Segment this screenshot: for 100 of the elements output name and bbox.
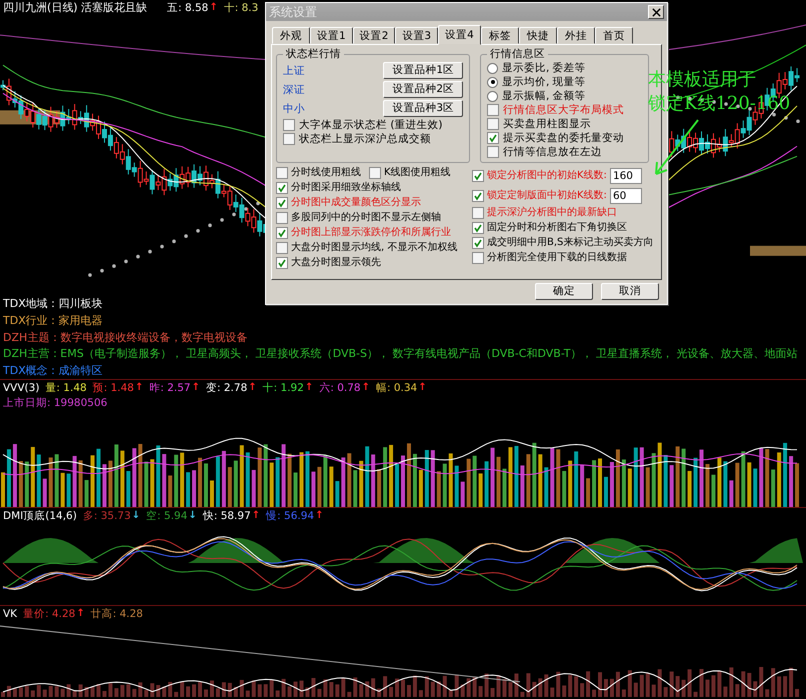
trend-arrow: ↑ bbox=[252, 510, 260, 521]
checkbox[interactable] bbox=[472, 207, 484, 219]
dialog-button[interactable]: 取消 bbox=[601, 283, 659, 300]
indicator-value: 幅: 0.34↑ bbox=[376, 380, 427, 394]
checkbox[interactable] bbox=[276, 257, 288, 269]
market-label: 深证 bbox=[283, 82, 305, 96]
checkbox[interactable] bbox=[283, 133, 295, 145]
checkbox-option[interactable]: 分析图完全使用下载的日线数据 bbox=[472, 251, 627, 265]
trend-arrow: ↓ bbox=[188, 510, 197, 521]
checkbox-option[interactable]: 分时线使用粗线 bbox=[276, 166, 361, 180]
number-input-field[interactable]: 160 bbox=[610, 168, 642, 184]
set-variety-button[interactable]: 设置品种3区 bbox=[383, 100, 463, 117]
checkbox[interactable] bbox=[276, 167, 288, 179]
listing-date: 上市日期: 19980506 bbox=[3, 396, 108, 410]
trend-arrow: ↑ bbox=[248, 382, 257, 393]
checkmark-icon bbox=[277, 228, 287, 238]
indicator-value: 五: 8.58↑ bbox=[167, 0, 218, 14]
indicator-name: VK bbox=[3, 608, 18, 620]
radio-button[interactable] bbox=[487, 76, 498, 88]
checkbox[interactable] bbox=[276, 182, 288, 194]
indicator-value: 慢: 56.94↑ bbox=[266, 508, 324, 522]
radio-option[interactable]: 显示振幅, 金额等 bbox=[487, 89, 642, 103]
checkmark-icon bbox=[488, 133, 498, 143]
checkbox[interactable] bbox=[472, 190, 484, 202]
number-input-field[interactable]: 60 bbox=[610, 188, 642, 204]
radio-option[interactable]: 显示均价, 现量等 bbox=[487, 75, 642, 89]
checkbox[interactable] bbox=[276, 242, 288, 254]
close-icon bbox=[652, 8, 660, 16]
indicator-value: 空: 5.94↓ bbox=[146, 508, 197, 522]
checkbox[interactable] bbox=[472, 237, 484, 249]
settings-tab[interactable]: 标签 bbox=[480, 27, 519, 44]
checkbox[interactable] bbox=[276, 197, 288, 209]
checkbox[interactable] bbox=[276, 212, 288, 224]
checkbox[interactable] bbox=[472, 170, 484, 182]
market-label: 中小 bbox=[283, 102, 305, 116]
checkbox[interactable] bbox=[487, 118, 499, 130]
trend-arrow: ↑ bbox=[418, 382, 427, 393]
indicator-value: 六: 0.78↑ bbox=[319, 380, 370, 394]
checkbox-option[interactable]: 提示买卖盘的委托量变动 bbox=[487, 131, 642, 145]
dialog-title: 系统设置 bbox=[269, 5, 317, 19]
checkbox-option[interactable]: 成交明细中用B,S来标记主动买卖方向 bbox=[472, 236, 654, 250]
checkbox-option[interactable]: 大盘分时图显示均线, 不显示不加权线 bbox=[276, 241, 458, 255]
checkbox[interactable] bbox=[472, 222, 484, 234]
trend-arrow: ↑ bbox=[304, 382, 314, 393]
checkbox[interactable] bbox=[487, 132, 499, 144]
settings-tab[interactable]: 外挂 bbox=[556, 27, 595, 44]
settings-tab[interactable]: 外观 bbox=[272, 27, 310, 44]
checkbox[interactable] bbox=[283, 119, 295, 131]
indicator-value: 预: 1.48↑ bbox=[92, 380, 144, 394]
close-button[interactable] bbox=[648, 5, 664, 19]
trend-arrow: ↑ bbox=[76, 608, 85, 619]
trend-arrow: ↑ bbox=[315, 510, 324, 521]
checkbox-option[interactable]: 分时图采用细致坐标轴线 bbox=[276, 181, 401, 195]
checkbox-option[interactable]: 大字体显示状态栏 (重进生效) bbox=[283, 118, 463, 132]
settings-tab[interactable]: 快捷 bbox=[518, 27, 557, 44]
trend-arrow: ↑ bbox=[209, 2, 218, 13]
trend-arrow: ↑ bbox=[134, 382, 144, 393]
checkbox-option[interactable]: K线图使用粗线 bbox=[369, 166, 451, 180]
checkbox-option[interactable]: 状态栏上显示深沪总成交额 bbox=[283, 132, 463, 146]
checkbox-option[interactable]: 买卖盘用柱图显示 bbox=[487, 117, 642, 131]
radio-button[interactable] bbox=[487, 90, 498, 102]
checkbox[interactable] bbox=[276, 227, 288, 239]
price-band bbox=[750, 246, 806, 256]
indicator-value: 昨: 2.57↑ bbox=[149, 380, 200, 394]
radio-option[interactable]: 显示委比, 委差等 bbox=[487, 61, 642, 75]
set-variety-button[interactable]: 设置品种1区 bbox=[383, 62, 463, 79]
group-title: 行情信息区 bbox=[489, 47, 546, 61]
checkbox-option[interactable]: 大盘分时图显示领先 bbox=[276, 256, 381, 270]
indicator-name: VVV(3) bbox=[3, 382, 40, 394]
settings-tab[interactable]: 设置2 bbox=[352, 27, 396, 44]
indicator-value: 变: 2.78↑ bbox=[206, 380, 257, 394]
settings-tab[interactable]: 设置1 bbox=[310, 27, 353, 44]
indicator-value: 十: 8.3 bbox=[224, 0, 258, 14]
settings-tab[interactable]: 设置4 bbox=[438, 25, 481, 45]
set-variety-button[interactable]: 设置品种2区 bbox=[383, 81, 463, 98]
checkbox[interactable] bbox=[472, 252, 484, 264]
checkbox-option[interactable]: 固定分时和分析图右下角切换区 bbox=[472, 221, 627, 235]
stock-info-line: DZH主营：EMS（电子制造服务）， 卫星高频头， 卫星接收系统（DVB-S）， 数字有线电视产品（DVB-C和DVB-T）， 卫星直播系统， 光设备、放大器、地面站 bbox=[3, 346, 798, 362]
checkbox[interactable] bbox=[369, 167, 381, 179]
stock-info-line: TDX概念：成渝特区 bbox=[3, 363, 103, 380]
stock-info-line: DZH主题：数字电视接收终端设备，数字电视设备 bbox=[3, 330, 248, 346]
checkbox[interactable] bbox=[487, 104, 499, 116]
trend-arrow: ↑ bbox=[192, 382, 200, 393]
checkbox-option[interactable]: 行情等信息放在左边 bbox=[487, 145, 642, 159]
indicator-value: 廿高: 4.28 bbox=[90, 606, 143, 620]
indicator-value: 快: 58.97↑ bbox=[202, 508, 260, 522]
group-title: 状态栏行情 bbox=[285, 47, 342, 61]
radio-button[interactable] bbox=[487, 62, 498, 74]
checkbox[interactable] bbox=[487, 146, 499, 158]
dialog-button[interactable]: 确定 bbox=[535, 283, 593, 300]
checkmark-icon bbox=[277, 258, 287, 268]
market-label: 上证 bbox=[283, 64, 305, 78]
checkbox-option[interactable]: 多股同列中的分时图不显示左侧轴 bbox=[276, 211, 441, 225]
trend-arrow: ↓ bbox=[132, 510, 140, 521]
stock-info-line: TDX地域：四川板块 bbox=[3, 296, 103, 312]
indicator-value: 多: 35.73↓ bbox=[82, 508, 140, 522]
settings-tab[interactable]: 首页 bbox=[594, 27, 633, 44]
stock-info-line: TDX行业：家用电器 bbox=[3, 312, 103, 329]
indicator-value: 十: 1.92↑ bbox=[262, 380, 314, 394]
settings-tab[interactable]: 设置3 bbox=[395, 27, 438, 44]
